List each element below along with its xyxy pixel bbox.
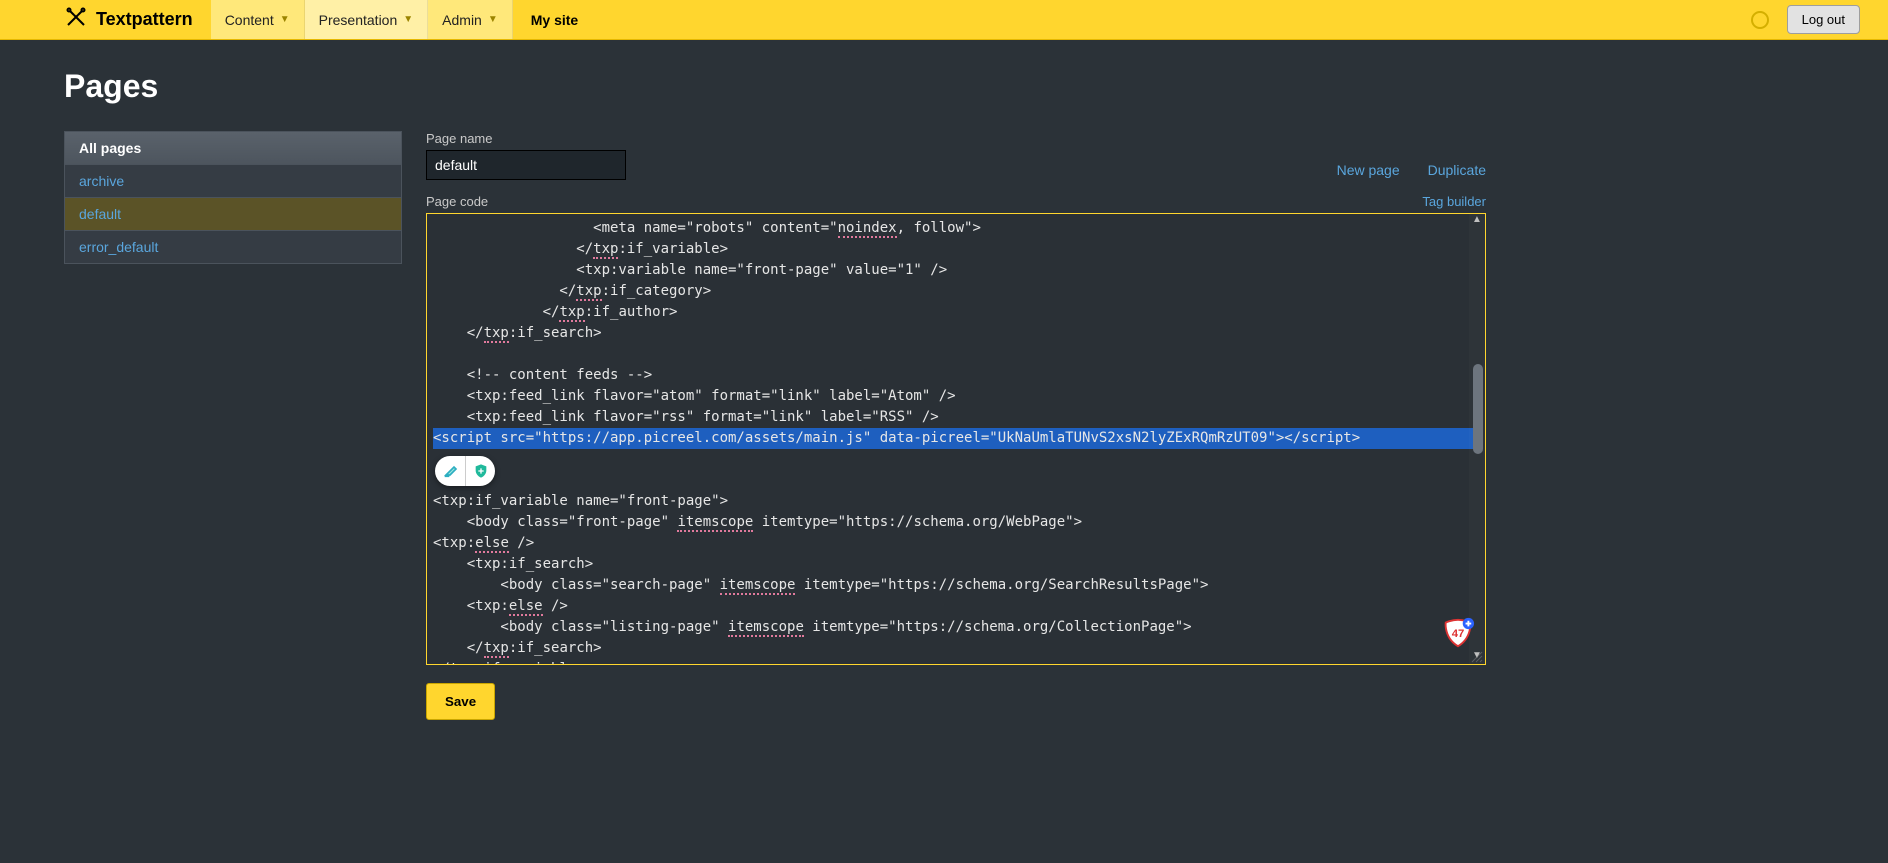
scrollbar[interactable]: ▲ ▼ [1469, 214, 1485, 664]
page-name-label: Page name [426, 131, 626, 146]
code-line[interactable]: <txp:if_search> [433, 554, 1479, 575]
extension-badge[interactable]: 47 [1441, 616, 1475, 650]
code-line[interactable]: <txp:variable name="front-page" value="1… [433, 260, 1479, 281]
pages-panel: All pages archivedefaulterror_default [64, 131, 402, 264]
page-code-label: Page code [426, 194, 488, 209]
code-line[interactable]: <body class="front-page" itemscope itemt… [433, 512, 1479, 533]
status-indicator-icon [1751, 11, 1769, 29]
brand: Textpattern [0, 5, 211, 34]
code-line[interactable]: <!-- content feeds --> [433, 365, 1479, 386]
save-button[interactable]: Save [426, 683, 495, 720]
primary-menu: Content ▼ Presentation ▼ Admin ▼ [211, 0, 513, 39]
resize-handle-icon[interactable] [1471, 650, 1483, 662]
code-line[interactable]: <txp:feed_link flavor="rss" format="link… [433, 407, 1479, 428]
code-line[interactable]: </txp:if_author> [433, 302, 1479, 323]
menu-content[interactable]: Content ▼ [211, 0, 305, 39]
code-line[interactable]: </txp:if_variable> [433, 239, 1479, 260]
menu-admin[interactable]: Admin ▼ [428, 0, 513, 39]
page-name-field: Page name [426, 131, 626, 180]
eraser-icon[interactable] [435, 456, 465, 486]
code-line[interactable]: <meta name="robots" content="noindex, fo… [433, 218, 1479, 239]
chevron-down-icon: ▼ [488, 14, 498, 25]
selection-toolbar [435, 456, 495, 486]
code-line[interactable]: </txp:if_variable> [433, 659, 1479, 664]
badge-number: 47 [1452, 628, 1465, 640]
page-title: Pages [64, 68, 1486, 105]
page-list-item[interactable]: error_default [65, 231, 401, 263]
top-navbar: Textpattern Content ▼ Presentation ▼ Adm… [0, 0, 1888, 40]
site-link[interactable]: My site [513, 12, 596, 28]
code-editor[interactable]: <meta name="robots" content="noindex, fo… [427, 214, 1485, 664]
menu-presentation[interactable]: Presentation ▼ [305, 0, 429, 39]
code-line[interactable]: <txp:feed_link flavor="atom" format="lin… [433, 386, 1479, 407]
add-protection-icon[interactable] [465, 456, 495, 486]
code-line[interactable]: <txp:if_variable name="front-page"> [433, 491, 1479, 512]
chevron-down-icon: ▼ [280, 14, 290, 25]
scroll-up-icon[interactable]: ▲ [1470, 214, 1484, 228]
tag-builder-link[interactable]: Tag builder [1422, 194, 1486, 209]
code-line[interactable]: <txp:else /> [433, 596, 1479, 617]
pages-panel-heading: All pages [65, 132, 401, 165]
page-name-input[interactable] [426, 150, 626, 180]
menu-presentation-label: Presentation [319, 12, 398, 28]
new-page-link[interactable]: New page [1337, 162, 1400, 178]
code-line[interactable]: </txp:if_category> [433, 281, 1479, 302]
scroll-thumb[interactable] [1473, 364, 1483, 454]
page-list-item[interactable]: archive [65, 165, 401, 198]
code-editor-container: <meta name="robots" content="noindex, fo… [426, 213, 1486, 665]
brand-text: Textpattern [96, 9, 193, 30]
page-list-item[interactable]: default [65, 198, 401, 231]
code-line[interactable]: <body class="search-page" itemscope item… [433, 575, 1479, 596]
code-line[interactable]: <body class="listing-page" itemscope ite… [433, 617, 1479, 638]
logout-button[interactable]: Log out [1787, 5, 1860, 34]
code-line[interactable]: <txp:else /> [433, 533, 1479, 554]
code-line[interactable]: </txp:if_search> [433, 638, 1479, 659]
brand-icon [64, 5, 88, 34]
code-line[interactable]: </txp:if_search> [433, 323, 1479, 344]
code-line[interactable]: <script src="https://app.picreel.com/ass… [433, 428, 1479, 449]
menu-admin-label: Admin [442, 12, 482, 28]
menu-content-label: Content [225, 12, 274, 28]
duplicate-link[interactable]: Duplicate [1428, 162, 1486, 178]
chevron-down-icon: ▼ [403, 14, 413, 25]
